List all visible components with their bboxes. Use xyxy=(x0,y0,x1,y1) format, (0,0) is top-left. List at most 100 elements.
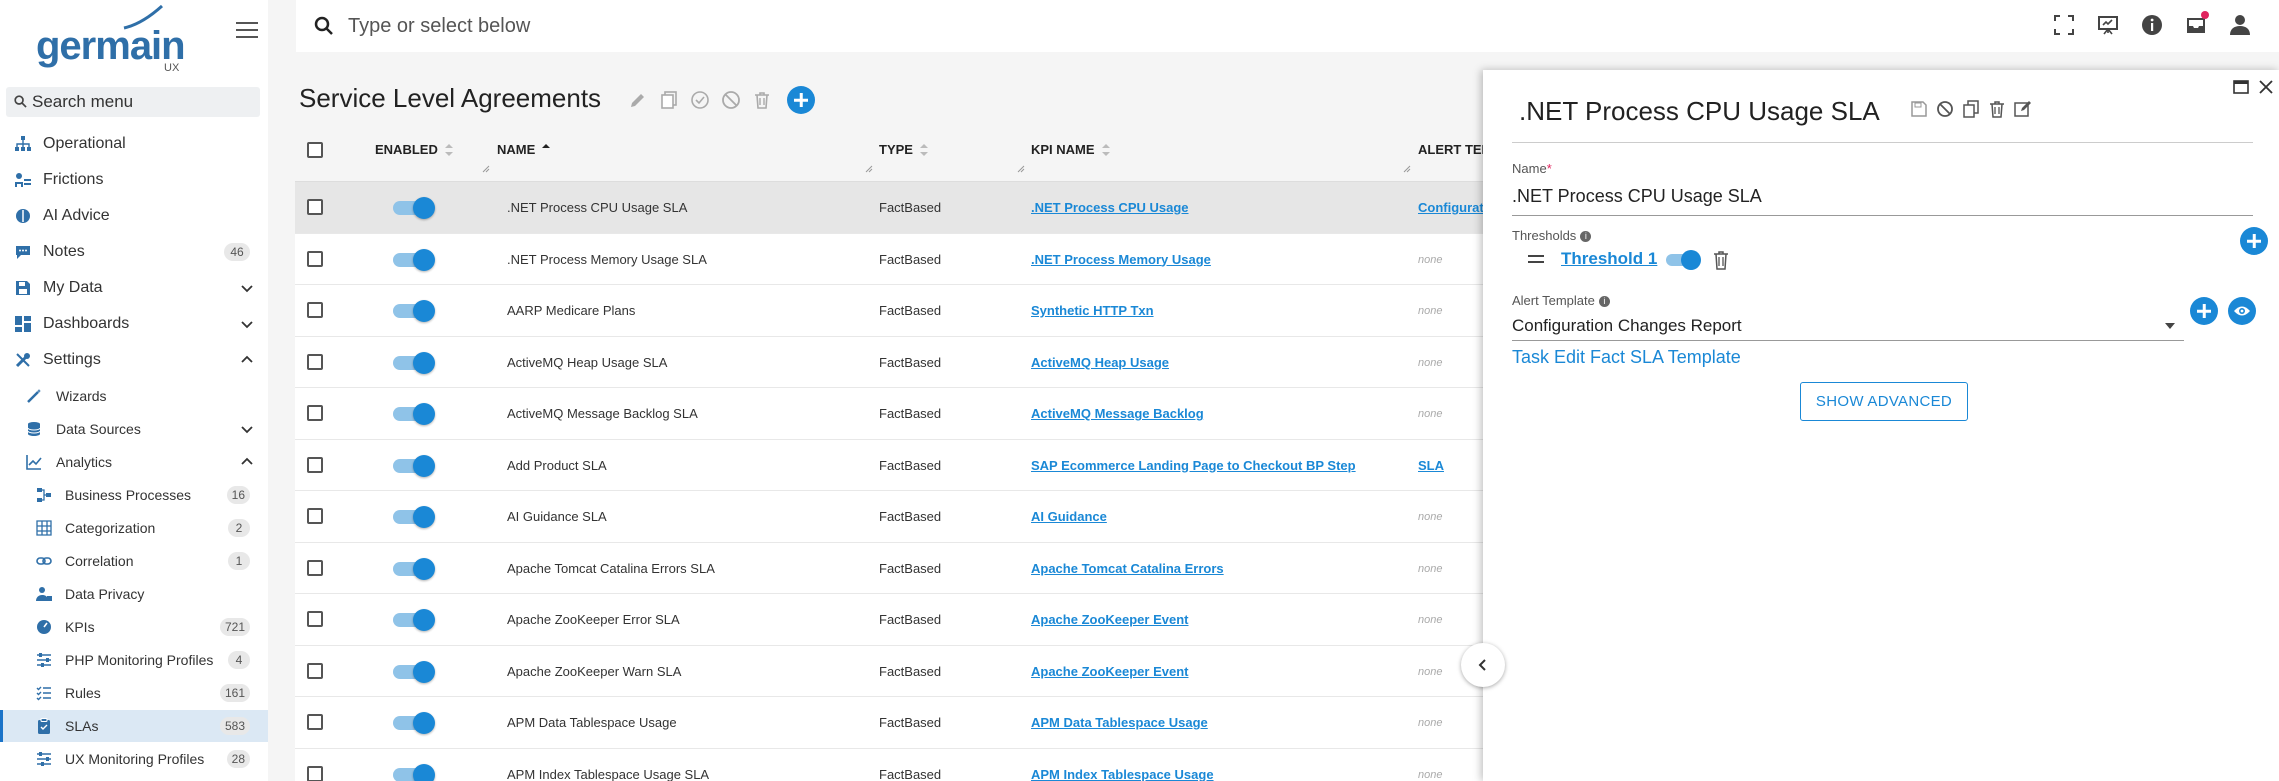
maximize-icon[interactable] xyxy=(2233,80,2249,94)
row-checkbox[interactable] xyxy=(307,456,323,473)
task-template-link[interactable]: Task Edit Fact SLA Template xyxy=(1512,347,1741,368)
table-row[interactable]: .NET Process Memory Usage SLA FactBased .N… xyxy=(295,233,1495,285)
column-resize-icon[interactable] xyxy=(865,165,873,173)
row-checkbox[interactable] xyxy=(307,405,323,421)
enabled-toggle[interactable] xyxy=(393,660,435,683)
drag-handle-icon[interactable] xyxy=(1527,254,1545,264)
row-checkbox[interactable] xyxy=(307,250,323,267)
dropdown-caret-icon[interactable] xyxy=(2164,322,2176,330)
kpi-link[interactable]: ActiveMQ Message Backlog xyxy=(1031,406,1204,421)
row-checkbox[interactable] xyxy=(307,508,323,524)
table-row[interactable]: .NET Process CPU Usage SLA FactBased .NET … xyxy=(295,182,1495,234)
sort-icon[interactable] xyxy=(919,143,929,157)
sidebar-item-ai-advice[interactable]: AI Advice xyxy=(0,199,268,233)
chevron-down-icon[interactable] xyxy=(240,281,254,295)
sidebar-item-php-monitoring-profiles[interactable]: PHP Monitoring Profiles 4 xyxy=(0,644,268,676)
sidebar-item-my-data[interactable]: My Data xyxy=(0,271,268,305)
sidebar-item-operational[interactable]: Operational xyxy=(0,127,268,161)
threshold-enabled-toggle[interactable] xyxy=(1666,250,1702,270)
trash-icon[interactable] xyxy=(1712,250,1730,270)
kpi-link[interactable]: APM Data Tablespace Usage xyxy=(1031,715,1208,730)
sidebar-item-data-sources[interactable]: Data Sources xyxy=(0,413,268,445)
table-row[interactable]: Apache Tomcat Catalina Errors SLA FactBas… xyxy=(295,542,1495,594)
enabled-toggle[interactable] xyxy=(393,557,435,580)
kpi-link[interactable]: Apache Tomcat Catalina Errors xyxy=(1031,561,1224,576)
chevron-up-icon[interactable] xyxy=(240,455,254,469)
disable-icon[interactable] xyxy=(721,90,741,110)
add-threshold-button[interactable] xyxy=(2240,227,2268,255)
kpi-link[interactable]: .NET Process Memory Usage xyxy=(1031,252,1211,267)
info-icon[interactable]: i xyxy=(1580,231,1592,243)
row-checkbox[interactable] xyxy=(307,199,323,215)
fullscreen-icon[interactable] xyxy=(2053,14,2075,36)
close-icon[interactable] xyxy=(2259,80,2273,94)
sidebar-item-notes[interactable]: Notes 46 xyxy=(0,235,268,269)
row-checkbox[interactable] xyxy=(307,765,323,781)
row-checkbox[interactable] xyxy=(307,662,323,679)
column-header-type[interactable]: TYPE xyxy=(879,142,929,157)
chevron-up-icon[interactable] xyxy=(240,353,254,367)
enabled-toggle[interactable] xyxy=(393,763,435,781)
table-row[interactable]: Apache ZooKeeper Error SLA FactBased Apach… xyxy=(295,594,1495,646)
row-checkbox[interactable] xyxy=(307,611,323,627)
row-checkbox[interactable] xyxy=(307,302,323,318)
trash-icon[interactable] xyxy=(1988,100,2006,118)
save-icon[interactable] xyxy=(1910,100,1928,118)
check-circle-icon[interactable] xyxy=(690,90,710,110)
table-row[interactable]: AI Guidance SLA FactBased AI Guidance none xyxy=(295,491,1495,543)
enabled-toggle[interactable] xyxy=(393,300,435,322)
column-header-alert-template[interactable]: ALERT TEM xyxy=(1418,142,1492,157)
sidebar-item-wizards[interactable]: Wizards xyxy=(0,380,268,412)
enabled-toggle[interactable] xyxy=(393,197,435,219)
sidebar-item-kpis[interactable]: KPIs 721 xyxy=(0,611,268,643)
copy-icon[interactable] xyxy=(1962,100,1980,118)
sidebar-item-rules[interactable]: Rules 161 xyxy=(0,677,268,709)
presentation-icon[interactable] xyxy=(2097,14,2119,36)
select-all-checkbox[interactable] xyxy=(307,142,323,158)
table-row[interactable]: ActiveMQ Message Backlog SLA FactBased Act… xyxy=(295,388,1495,440)
user-avatar-icon[interactable] xyxy=(2229,14,2251,36)
sidebar-item-data-privacy[interactable]: Data Privacy xyxy=(0,578,268,610)
sidebar-item-analytics[interactable]: Analytics xyxy=(0,446,268,478)
info-icon[interactable] xyxy=(2141,14,2163,36)
column-resize-icon[interactable] xyxy=(1017,165,1025,173)
kpi-link[interactable]: Apache ZooKeeper Event xyxy=(1031,664,1189,679)
hamburger-menu-icon[interactable] xyxy=(236,22,258,40)
show-advanced-button[interactable]: SHOW ADVANCED xyxy=(1800,382,1968,421)
kpi-link[interactable]: .NET Process CPU Usage xyxy=(1031,200,1189,215)
add-alert-template-button[interactable] xyxy=(2190,297,2218,325)
sidebar-item-frictions[interactable]: Frictions xyxy=(0,163,268,197)
global-search-input[interactable] xyxy=(348,12,1148,40)
germain-logo[interactable]: germain UX xyxy=(36,4,186,74)
column-resize-icon[interactable] xyxy=(482,165,490,173)
threshold-link[interactable]: Threshold 1 xyxy=(1561,249,1657,269)
enabled-toggle[interactable] xyxy=(393,403,435,425)
alert-template-select[interactable]: Configuration Changes Report xyxy=(1512,316,1742,336)
column-header-enabled[interactable]: ENABLED xyxy=(375,142,454,157)
enabled-toggle[interactable] xyxy=(393,248,435,271)
table-row[interactable]: Apache ZooKeeper Warn SLA FactBased Apache… xyxy=(295,645,1495,697)
disable-icon[interactable] xyxy=(1936,100,1954,118)
edit-icon[interactable] xyxy=(628,90,648,110)
sidebar-item-correlation[interactable]: Correlation 1 xyxy=(0,545,268,577)
view-alert-template-button[interactable] xyxy=(2228,297,2256,325)
add-button[interactable] xyxy=(787,86,815,114)
kpi-link[interactable]: ActiveMQ Heap Usage xyxy=(1031,355,1169,370)
sidebar-item-settings[interactable]: Settings xyxy=(0,343,268,377)
table-row[interactable]: AARP Medicare Plans FactBased Synthetic HT… xyxy=(295,285,1495,337)
enabled-toggle[interactable] xyxy=(393,454,435,477)
sort-icon[interactable] xyxy=(444,143,454,157)
collapse-panel-button[interactable] xyxy=(1461,643,1505,687)
alert-template-cell[interactable]: Configurati xyxy=(1418,200,1487,215)
column-resize-icon[interactable] xyxy=(1403,165,1411,173)
info-icon[interactable]: i xyxy=(1598,296,1610,308)
column-header-kpi-name[interactable]: KPI NAME xyxy=(1031,142,1111,157)
sidebar-item-dashboards[interactable]: Dashboards xyxy=(0,307,268,341)
inbox-icon[interactable] xyxy=(2185,11,2209,36)
edit-icon[interactable] xyxy=(2014,100,2032,118)
sort-icon[interactable] xyxy=(1101,143,1111,157)
sidebar-item-ux-monitoring-profiles[interactable]: UX Monitoring Profiles 28 xyxy=(0,743,268,775)
kpi-link[interactable]: APM Index Tablespace Usage xyxy=(1031,767,1214,781)
table-row[interactable]: APM Index Tablespace Usage SLA FactBased A… xyxy=(295,748,1495,781)
copy-icon[interactable] xyxy=(659,90,679,110)
